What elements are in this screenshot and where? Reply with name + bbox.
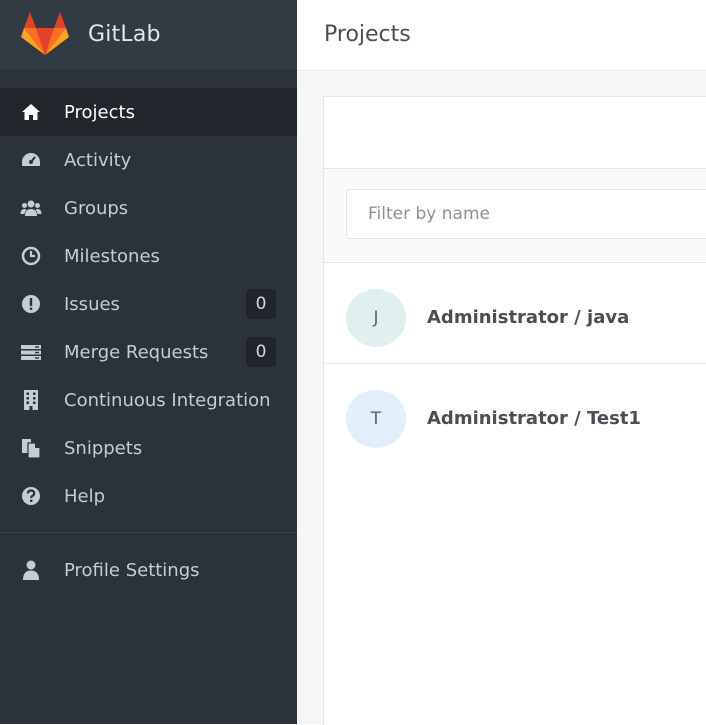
sidebar-item-label: Milestones	[64, 246, 160, 267]
panel-top-bar	[324, 97, 706, 169]
sidebar-item-label: Activity	[64, 150, 132, 171]
project-avatar[interactable]: J	[346, 289, 406, 347]
sidebar-item-label: Merge Requests	[64, 342, 209, 363]
project-row[interactable]: T Administrator / Test1	[324, 364, 706, 464]
merge-requests-count-badge: 0	[246, 337, 276, 367]
sidebar-item-milestones[interactable]: Milestones	[0, 232, 297, 280]
sidebar-item-issues[interactable]: Issues 0	[0, 280, 297, 328]
sidebar-item-help[interactable]: Help	[0, 472, 297, 520]
sidebar-item-groups[interactable]: Groups	[0, 184, 297, 232]
exclamation-circle-icon	[20, 293, 42, 315]
sidebar-item-projects[interactable]: Projects	[0, 88, 297, 136]
sidebar-profile-section: Profile Settings	[0, 546, 297, 594]
sidebar-item-label: Help	[64, 486, 106, 507]
home-icon	[20, 101, 42, 123]
question-circle-icon	[20, 485, 42, 507]
sidebar-item-label: Profile Settings	[64, 560, 200, 581]
sidebar-nav: Projects Activity Groups Milestones Issu…	[0, 88, 297, 520]
sidebar-item-activity[interactable]: Activity	[0, 136, 297, 184]
server-icon	[20, 341, 42, 363]
sidebar-divider	[0, 532, 297, 533]
page-header: Projects	[297, 0, 706, 71]
filter-by-name-input[interactable]	[346, 189, 706, 239]
filter-bar	[324, 169, 706, 263]
clock-icon	[20, 245, 42, 267]
gitlab-logo-icon[interactable]	[21, 12, 69, 56]
brand-header[interactable]: GitLab	[0, 0, 297, 70]
sidebar-item-label: Continuous Integration	[64, 390, 271, 411]
project-row[interactable]: J Administrator / java	[324, 263, 706, 364]
sidebar-item-label: Projects	[64, 102, 135, 123]
sidebar-item-continuous-integration[interactable]: Continuous Integration	[0, 376, 297, 424]
dashboard-icon	[20, 149, 42, 171]
sidebar-item-label: Snippets	[64, 438, 143, 459]
sidebar-item-snippets[interactable]: Snippets	[0, 424, 297, 472]
project-name-link[interactable]: Administrator / java	[427, 307, 629, 328]
page-title: Projects	[324, 22, 411, 47]
project-avatar[interactable]: T	[346, 390, 406, 448]
projects-panel: J Administrator / java T Administrator /…	[323, 96, 706, 725]
user-icon	[20, 559, 42, 581]
copy-icon	[20, 437, 42, 459]
brand-name[interactable]: GitLab	[88, 22, 161, 47]
sidebar-item-merge-requests[interactable]: Merge Requests 0	[0, 328, 297, 376]
sidebar-item-profile-settings[interactable]: Profile Settings	[0, 546, 297, 594]
issues-count-badge: 0	[246, 289, 276, 319]
sidebar: GitLab Projects Activity Groups Mileston…	[0, 0, 297, 724]
building-icon	[20, 389, 42, 411]
sidebar-item-label: Issues	[64, 294, 120, 315]
project-name-link[interactable]: Administrator / Test1	[427, 408, 641, 429]
sidebar-item-label: Groups	[64, 198, 129, 219]
users-icon	[20, 197, 42, 219]
